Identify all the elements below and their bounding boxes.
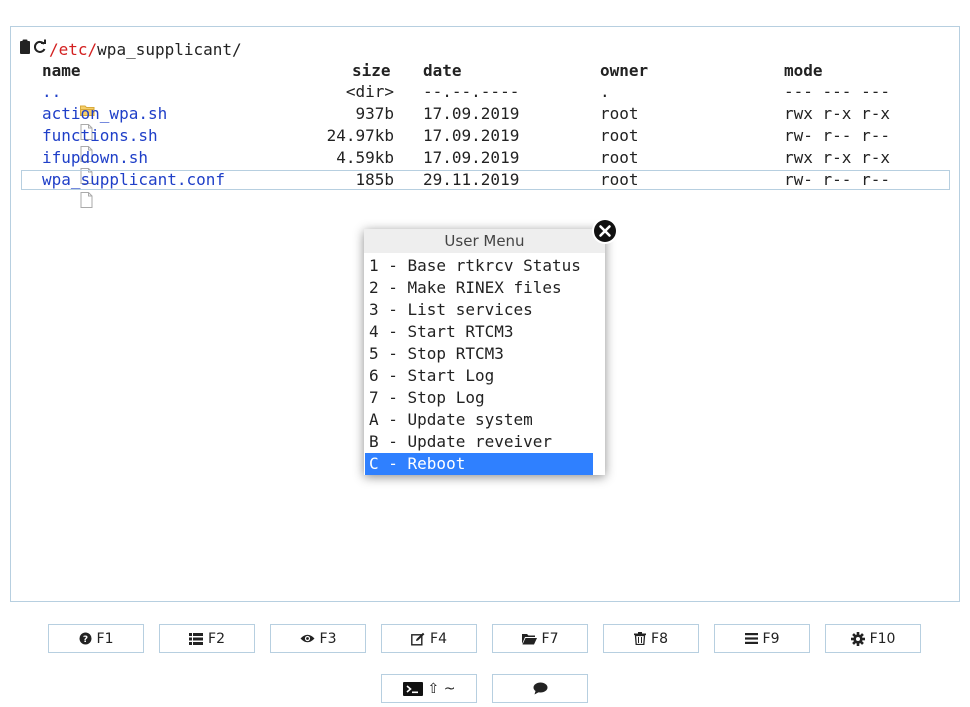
file-mode: rw- r-- r-- [784,126,890,145]
menu-item[interactable]: 2 - Make RINEX files [365,277,593,299]
file-owner: root [600,170,639,189]
question-circle-icon: ? [79,632,92,645]
file-size: 185b [355,170,394,189]
file-owner: root [600,148,639,167]
comment-icon [533,682,548,695]
file-size: 4.59kb [336,148,394,167]
button-label: F1 [96,630,114,647]
trash-icon [634,632,647,645]
file-mode: rwx r-x r-x [784,104,890,123]
file-name[interactable]: functions.sh [42,126,158,146]
button-label: F10 [869,630,896,647]
terminal-button[interactable]: ⇧ ~ [381,674,477,703]
table-row-parent-dir[interactable]: .. <dir> --.--.---- . --- --- --- [21,82,950,116]
user-menu-button[interactable]: F9 [714,624,810,653]
file-owner: . [600,82,610,101]
help-button[interactable]: ? F1 [48,624,144,653]
edit-button[interactable]: F4 [381,624,477,653]
bars-icon [744,633,758,644]
button-label: F2 [208,630,225,647]
file-date: --.--.---- [423,82,520,101]
menu-item[interactable]: 1 - Base rtkrcv Status [365,255,593,277]
file-size: 24.97kb [326,126,394,145]
file-date: 17.09.2019 [423,104,520,123]
path-root-segment[interactable]: /etc [49,40,88,59]
button-label: F8 [651,630,668,647]
svg-text:?: ? [82,635,87,645]
menu-item[interactable]: 4 - Start RTCM3 [365,321,593,343]
column-header-size[interactable]: size [352,61,391,81]
menu-item-active[interactable]: C - Reboot [365,453,593,475]
file-owner: root [600,126,639,145]
table-row[interactable]: action_wpa.sh 937b 17.09.2019 root rwx r… [21,104,950,140]
menu-item[interactable]: 7 - Stop Log [365,387,593,409]
file-mode: rwx r-x r-x [784,148,890,167]
menu-item[interactable]: 6 - Start Log [365,365,593,387]
delete-button[interactable]: F8 [603,624,699,653]
column-header-mode[interactable]: mode [784,61,823,81]
menu-item[interactable]: B - Update reveiver [365,431,593,453]
breadcrumb: /etc / wpa_supplicant / [19,39,242,59]
file-size: <dir> [345,82,394,101]
terminal-icon [402,681,423,696]
file-date: 17.09.2019 [423,126,520,145]
clipboard-icon[interactable] [19,39,31,59]
list-icon [189,632,204,645]
chat-button[interactable] [492,674,588,703]
menu-button[interactable]: F2 [159,624,255,653]
menu-item[interactable]: 3 - List services [365,299,593,321]
file-name[interactable]: action_wpa.sh [42,104,167,124]
menu-item[interactable]: 5 - Stop RTCM3 [365,343,593,365]
table-row[interactable]: ifupdown.sh 4.59kb 17.09.2019 root rwx r… [21,148,950,184]
file-mode: rw- r-- r-- [784,170,890,189]
file-owner: root [600,104,639,123]
button-label: F4 [430,630,447,647]
button-label: ⇧ ~ [427,680,456,697]
close-icon[interactable] [591,217,619,245]
column-header-date[interactable]: date [423,61,462,81]
folder-open-icon [521,633,537,645]
column-header-name[interactable]: name [42,61,81,81]
refresh-icon[interactable] [33,39,47,59]
file-date: 29.11.2019 [423,170,520,189]
column-header-owner[interactable]: owner [600,61,648,81]
path-trailing-slash: / [232,39,242,59]
path-separator: / [87,39,98,59]
user-menu-title: User Menu [364,229,605,253]
new-folder-button[interactable]: F7 [492,624,588,653]
settings-button[interactable]: F10 [825,624,921,653]
view-button[interactable]: F3 [270,624,366,653]
file-date: 17.09.2019 [423,148,520,167]
file-size: 937b [355,104,394,123]
file-name[interactable]: ifupdown.sh [42,148,148,168]
path-current-segment[interactable]: wpa_supplicant [97,40,232,59]
button-label: F3 [319,630,337,647]
gear-icon [850,631,865,646]
file-name[interactable]: .. [42,82,61,102]
file-mode: --- --- --- [784,82,890,101]
user-menu-list: 1 - Base rtkrcv Status 2 - Make RINEX fi… [365,255,593,475]
button-label: F9 [762,630,780,647]
edit-icon [411,632,425,646]
user-menu-dialog: User Menu 1 - Base rtkrcv Status 2 - Mak… [364,229,605,475]
menu-item[interactable]: A - Update system [365,409,593,431]
eye-icon [300,633,315,644]
table-row[interactable]: functions.sh 24.97kb 17.09.2019 root rw-… [21,126,950,162]
button-label: F7 [541,630,559,647]
table-row-selected[interactable]: wpa_supplicant.conf 185b 29.11.2019 root… [21,170,950,208]
file-name[interactable]: wpa_supplicant.conf [42,170,225,190]
